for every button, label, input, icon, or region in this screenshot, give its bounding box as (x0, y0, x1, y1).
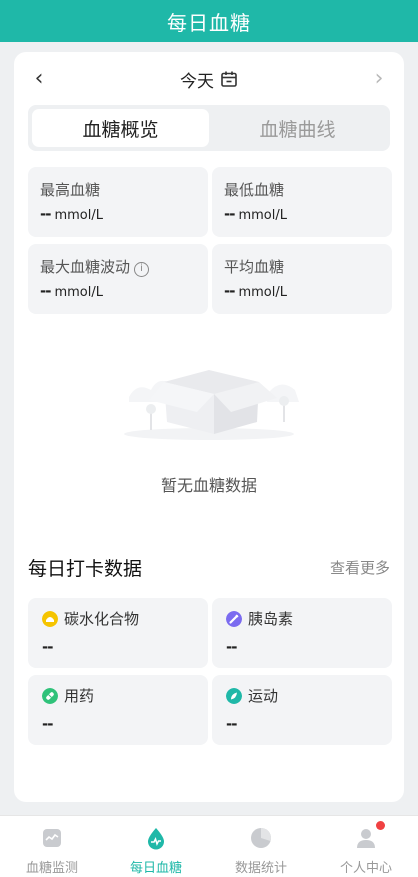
checkin-item-medicine[interactable]: 用药 -- (28, 675, 208, 745)
chevron-left-icon[interactable]: ‹ (26, 66, 52, 92)
date-navigator: ‹ 今天 › (14, 64, 404, 94)
checkin-label: 用药 (64, 687, 95, 705)
stat-value: -- mmol/L (40, 282, 103, 300)
empty-state-text: 暂无血糖数据 (160, 476, 257, 495)
carbs-icon (42, 610, 58, 627)
blood-drop-icon (148, 828, 164, 850)
tab-glucose-monitor[interactable]: 血糖监测 (0, 816, 104, 877)
medicine-icon (42, 687, 58, 704)
checkin-value: -- (42, 715, 53, 733)
stat-min-glucose: 最低血糖 -- mmol/L (212, 167, 392, 237)
main-card: ‹ 今天 › 血糖概览 血糖曲线 最高血糖 -- mmol/L 最低血糖 -- mm… (14, 52, 404, 802)
stat-max-glucose: 最高血糖 -- mmol/L (28, 167, 208, 237)
checkin-value: -- (226, 715, 237, 733)
exercise-icon (226, 687, 242, 704)
tab-label: 血糖监测 (25, 861, 78, 876)
empty-box-icon (124, 370, 299, 440)
tab-profile[interactable]: 个人中心 (314, 816, 418, 877)
stat-value: -- mmol/L (224, 205, 287, 223)
tab-daily-glucose[interactable]: 每日血糖 (104, 816, 208, 877)
checkin-value: -- (226, 638, 237, 656)
checkin-item-carbs[interactable]: 碳水化合物 -- (28, 598, 208, 668)
chevron-right-icon[interactable]: › (366, 66, 392, 92)
user-icon (357, 829, 375, 848)
stat-avg-glucose: 平均血糖 -- mmol/L (212, 244, 392, 314)
checkin-label: 运动 (248, 687, 279, 705)
checkin-item-insulin[interactable]: 胰岛素 -- (212, 598, 392, 668)
stat-value: -- mmol/L (224, 282, 287, 300)
stat-max-fluctuation: 最大血糖波动 i -- mmol/L (28, 244, 208, 314)
checkin-item-exercise[interactable]: 运动 -- (212, 675, 392, 745)
bottom-tab-bar: 血糖监测 每日血糖 数据统计 个人中心 (0, 815, 418, 877)
notification-badge (376, 821, 385, 830)
checkin-label: 胰岛素 (248, 610, 294, 628)
info-icon[interactable]: i (134, 262, 150, 277)
checkin-section-title: 每日打卡数据 (28, 558, 143, 580)
overview-curve-segmented-control: 血糖概览 血糖曲线 (28, 105, 390, 151)
stat-label: 最大血糖波动 i (40, 256, 150, 277)
tab-statistics[interactable]: 数据统计 (209, 816, 313, 877)
pie-chart-icon (251, 828, 271, 848)
stat-label: 平均血糖 (224, 258, 285, 276)
tab-label: 每日血糖 (129, 861, 182, 876)
checkin-value: -- (42, 638, 53, 656)
checkin-label: 碳水化合物 (64, 610, 140, 628)
calendar-icon[interactable] (220, 70, 238, 88)
tab-glucose-overview[interactable]: 血糖概览 (32, 109, 209, 147)
glucose-monitor-icon (43, 829, 61, 847)
stat-value: -- mmol/L (40, 205, 103, 223)
tab-label: 数据统计 (234, 861, 287, 876)
view-more-link[interactable]: 查看更多 (330, 557, 390, 578)
app-header: 每日血糖 (0, 0, 418, 42)
tab-label: 个人中心 (339, 861, 392, 876)
insulin-icon (226, 610, 242, 627)
date-label[interactable]: 今天 (180, 67, 214, 92)
stat-label: 最低血糖 (224, 181, 285, 199)
stat-label: 最高血糖 (40, 181, 101, 199)
tab-glucose-curve[interactable]: 血糖曲线 (209, 109, 386, 147)
page-title: 每日血糖 (167, 10, 251, 35)
